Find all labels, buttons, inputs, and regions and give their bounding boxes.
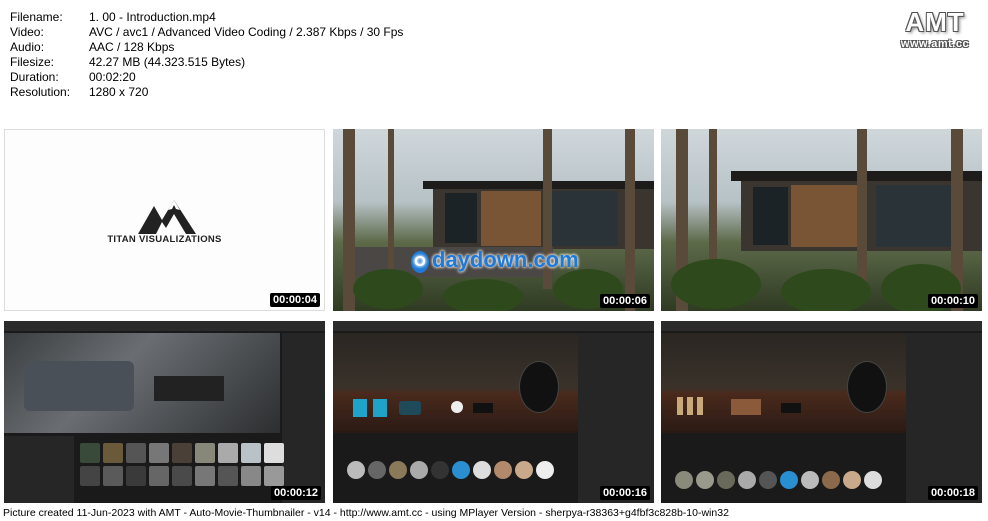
watermark-icon: O xyxy=(411,251,429,273)
timestamp: 00:00:18 xyxy=(927,486,978,500)
amt-logo: AMT www.amt.cc xyxy=(890,8,980,50)
thumbnail-1[interactable]: TITAN VISUALIZATIONS 00:00:04 xyxy=(4,129,325,311)
timestamp: 00:00:12 xyxy=(270,486,321,500)
info-key: Video: xyxy=(10,25,44,39)
timestamp: 00:00:06 xyxy=(599,294,650,308)
info-value: AAC / 128 Kbps xyxy=(89,40,175,54)
amt-logo-url: www.amt.cc xyxy=(900,38,970,50)
info-value: 42.27 MB (44.323.515 Bytes) xyxy=(89,55,246,69)
info-key: Filesize: xyxy=(10,55,55,69)
info-value: AVC / avc1 / Advanced Video Coding / 2.3… xyxy=(89,25,404,39)
watermark-text: daydown.com xyxy=(432,247,579,272)
thumbnail-2[interactable]: Odaydown.com 00:00:06 xyxy=(333,129,654,311)
thumbnail-6[interactable]: 00:00:18 xyxy=(661,321,982,503)
info-key: Resolution: xyxy=(10,85,71,99)
thumbnail-4[interactable]: 00:00:12 xyxy=(4,321,325,503)
watermark: Odaydown.com xyxy=(411,247,579,273)
info-row-filename: Filename: 1. 00 - Introduction.mp4 xyxy=(10,10,403,25)
thumbnail-5[interactable]: 00:00:16 xyxy=(333,321,654,503)
info-row-video: Video: AVC / avc1 / Advanced Video Codin… xyxy=(10,25,403,40)
info-value: 00:02:20 xyxy=(89,70,136,84)
info-key: Duration: xyxy=(10,70,59,84)
mountain-logo-icon xyxy=(138,200,196,234)
thumbnail-3[interactable]: 00:00:10 xyxy=(661,129,982,311)
info-row-audio: Audio: AAC / 128 Kbps xyxy=(10,40,403,55)
info-row-duration: Duration: 00:02:20 xyxy=(10,70,403,85)
timestamp: 00:00:16 xyxy=(599,486,650,500)
file-info: Filename: 1. 00 - Introduction.mp4 Video… xyxy=(10,10,403,100)
footer-text: Picture created 11-Jun-2023 with AMT - A… xyxy=(3,507,729,519)
info-row-resolution: Resolution: 1280 x 720 xyxy=(10,85,403,100)
info-key: Filename: xyxy=(10,10,63,24)
timestamp: 00:00:04 xyxy=(269,293,320,307)
info-value: 1280 x 720 xyxy=(89,85,149,99)
timestamp: 00:00:10 xyxy=(927,294,978,308)
brand-text: TITAN VISUALIZATIONS xyxy=(107,234,222,245)
amt-logo-title: AMT xyxy=(905,7,965,37)
info-row-filesize: Filesize: 42.27 MB (44.323.515 Bytes) xyxy=(10,55,403,70)
info-key: Audio: xyxy=(10,40,45,54)
info-value: 1. 00 - Introduction.mp4 xyxy=(89,10,216,24)
